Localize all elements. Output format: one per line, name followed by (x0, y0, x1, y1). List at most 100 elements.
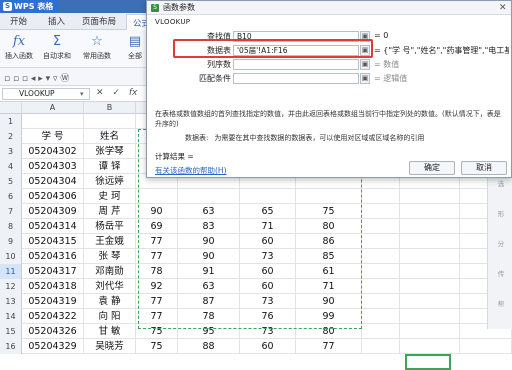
grid-cell[interactable] (136, 189, 178, 204)
quick-toolbar-icons[interactable]: ▫ ▫ ▫ ◂ ▸ ▾ ▿ Ⓦ (4, 71, 69, 84)
grid-cell[interactable]: 05204309 (22, 204, 84, 219)
grid-cell[interactable]: 60 (240, 279, 296, 294)
grid-cell[interactable] (178, 189, 240, 204)
collapse-dialog-icon[interactable]: ▣ (360, 31, 370, 42)
side-panel-item[interactable]: 传 (490, 268, 512, 278)
range-lookup-input[interactable] (233, 73, 359, 84)
grid-cell[interactable]: 73 (240, 324, 296, 339)
name-box[interactable]: VLOOKUP (2, 88, 90, 100)
row-header[interactable]: 3 (0, 144, 22, 159)
grid-cell[interactable]: 60 (240, 264, 296, 279)
row-header[interactable]: 1 (0, 114, 22, 129)
grid-cell[interactable] (362, 339, 400, 354)
grid-cell[interactable] (400, 219, 460, 234)
grid-cell[interactable] (362, 264, 400, 279)
grid-cell[interactable]: 姓名 (84, 129, 136, 144)
row-header[interactable]: 7 (0, 204, 22, 219)
grid-cell[interactable]: 91 (178, 264, 240, 279)
cancel-icon[interactable]: ✕ (96, 88, 104, 98)
common-functions-button[interactable]: ☆ 常用函数 (80, 32, 114, 66)
close-icon[interactable]: ✕ (499, 3, 507, 13)
row-header[interactable]: 4 (0, 159, 22, 174)
grid-cell[interactable]: 61 (296, 264, 362, 279)
function-help-link[interactable]: 有关该函数的帮助(H) (155, 165, 227, 176)
grid-cell[interactable]: 77 (136, 249, 178, 264)
row-header[interactable]: 13 (0, 294, 22, 309)
row-header[interactable]: 10 (0, 249, 22, 264)
grid-cell[interactable] (362, 249, 400, 264)
grid-cell[interactable]: 05204303 (22, 159, 84, 174)
grid-cell[interactable] (400, 234, 460, 249)
grid-cell[interactable]: 张学琴 (84, 144, 136, 159)
grid-cell[interactable]: 69 (136, 219, 178, 234)
grid-cell[interactable]: 向 阳 (84, 309, 136, 324)
collapse-dialog-icon[interactable]: ▣ (360, 59, 370, 70)
grid-cell[interactable] (400, 249, 460, 264)
grid-cell[interactable]: 邓南勋 (84, 264, 136, 279)
grid-cell[interactable] (84, 114, 136, 129)
grid-cell[interactable]: 83 (178, 219, 240, 234)
grid-cell[interactable]: 05204316 (22, 249, 84, 264)
grid-cell[interactable]: 75 (136, 339, 178, 354)
grid-cell[interactable]: 90 (178, 234, 240, 249)
grid-cell[interactable]: 05204326 (22, 324, 84, 339)
active-cell[interactable] (405, 354, 451, 370)
grid-cell[interactable]: 60 (240, 234, 296, 249)
tab-home[interactable]: 开始 (10, 15, 27, 27)
grid-cell[interactable] (400, 324, 460, 339)
grid-cell[interactable]: 徐远婷 (84, 174, 136, 189)
grid-cell[interactable]: 杨岳平 (84, 219, 136, 234)
grid-cell[interactable]: 05204304 (22, 174, 84, 189)
grid-cell[interactable]: 周 芹 (84, 204, 136, 219)
grid-cell[interactable] (400, 339, 460, 354)
grid-cell[interactable]: 05204314 (22, 219, 84, 234)
grid-cell[interactable]: 88 (178, 339, 240, 354)
grid-cell[interactable]: 78 (136, 264, 178, 279)
column-header-b[interactable]: B (84, 102, 136, 114)
grid-cell[interactable] (400, 264, 460, 279)
grid-cell[interactable]: 78 (178, 309, 240, 324)
grid-cell[interactable]: 80 (296, 219, 362, 234)
grid-cell[interactable]: 80 (296, 324, 362, 339)
grid-cell[interactable]: 77 (296, 339, 362, 354)
grid-cell[interactable]: 63 (178, 279, 240, 294)
table-array-input[interactable]: '05届'!A1:F16 (233, 45, 359, 56)
grid-cell[interactable]: 05204322 (22, 309, 84, 324)
select-all-corner[interactable] (0, 102, 22, 114)
grid-cell[interactable]: 张 琴 (84, 249, 136, 264)
grid-cell[interactable]: 90 (178, 249, 240, 264)
lookup-value-input[interactable]: B10 (233, 31, 359, 42)
grid-cell[interactable]: 袁 静 (84, 294, 136, 309)
grid-cell[interactable]: 60 (240, 339, 296, 354)
collapse-dialog-icon[interactable]: ▣ (360, 73, 370, 84)
confirm-icon[interactable]: ✓ (112, 88, 120, 98)
row-header[interactable]: 15 (0, 324, 22, 339)
grid-cell[interactable]: 86 (296, 234, 362, 249)
grid-cell[interactable] (22, 114, 84, 129)
grid-cell[interactable] (400, 279, 460, 294)
grid-cell[interactable]: 王金娥 (84, 234, 136, 249)
row-header[interactable]: 16 (0, 339, 22, 354)
app-menu-button[interactable]: S WPS 表格 (0, 0, 58, 13)
chevron-down-icon[interactable]: ▾ (80, 90, 84, 98)
grid-cell[interactable]: 刘代华 (84, 279, 136, 294)
grid-cell[interactable] (362, 189, 400, 204)
fx-icon[interactable]: fx (129, 88, 138, 98)
tab-page-layout[interactable]: 页面布局 (82, 15, 116, 27)
grid-cell[interactable]: 65 (240, 204, 296, 219)
grid-cell[interactable]: 05204329 (22, 339, 84, 354)
side-panel-item[interactable]: 分 (490, 238, 512, 248)
grid-cell[interactable] (400, 294, 460, 309)
tab-insert[interactable]: 插入 (48, 15, 65, 27)
grid-cell[interactable] (362, 309, 400, 324)
cancel-button[interactable]: 取消 (461, 161, 507, 175)
grid-cell[interactable]: 76 (240, 309, 296, 324)
grid-cell[interactable] (362, 294, 400, 309)
autosum-button[interactable]: Σ 自动求和 (40, 32, 74, 66)
grid-cell[interactable]: 05204306 (22, 189, 84, 204)
grid-cell[interactable] (240, 189, 296, 204)
grid-cell[interactable]: 95 (178, 324, 240, 339)
grid-cell[interactable]: 90 (296, 294, 362, 309)
column-header-a[interactable]: A (22, 102, 84, 114)
grid-cell[interactable]: 05204318 (22, 279, 84, 294)
